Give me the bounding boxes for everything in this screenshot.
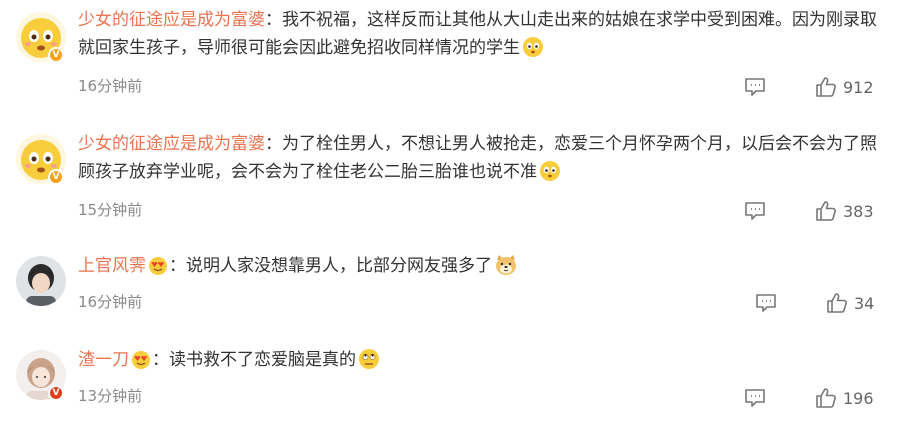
separator: ： <box>169 256 186 276</box>
separator: ： <box>152 350 169 370</box>
comment-item: 上官风霁 ：说明人家没想靠男人，比部分网友强多了 16分钟前 34 <box>0 240 900 332</box>
username-link[interactable]: 少女的征途应是成为富婆 <box>78 134 265 154</box>
timestamp: 15分钟前 <box>78 201 143 219</box>
eye-roll-emoji <box>358 348 380 379</box>
comment-text: 说明人家没想靠男人，比部分网友强多了 <box>186 256 492 276</box>
comment-item: V 少女的征途应是成为富婆：为了栓住男人，不想让男人被抢走，恋爱三个月怀孕两个月… <box>0 120 900 240</box>
eyes-wide-emoji <box>539 160 561 191</box>
reply-button[interactable] <box>754 293 778 313</box>
doge-emoji <box>494 254 518 285</box>
thumbs-up-icon <box>827 293 847 313</box>
verified-badge: V <box>48 385 64 401</box>
heart-eyes-badge-icon <box>148 256 168 285</box>
thumbs-up-icon <box>816 388 836 408</box>
thumbs-up-icon <box>816 77 836 97</box>
like-count: 912 <box>843 77 874 97</box>
comment-icon <box>745 389 765 407</box>
like-count: 383 <box>843 201 874 221</box>
comment-body: 少女的征途应是成为富婆：我不祝福，这样反而让其他从大山走出来的姑娘在求学中受到困… <box>78 6 884 67</box>
username-link[interactable]: 渣一刀 <box>78 350 129 370</box>
comment-icon <box>756 294 776 312</box>
comment-icon <box>745 78 765 96</box>
reply-button[interactable] <box>743 388 767 408</box>
like-count: 196 <box>843 388 874 408</box>
timestamp: 13分钟前 <box>78 387 143 405</box>
like-button[interactable]: 34 <box>826 292 874 314</box>
comment-item: V 渣一刀 ：读书救不了恋爱脑是真的 13分钟前 196 <box>0 332 900 422</box>
comment-body: 渣一刀 ：读书救不了恋爱脑是真的 <box>78 346 884 379</box>
like-button[interactable]: 383 <box>815 200 874 222</box>
avatar[interactable] <box>16 256 66 306</box>
username-link[interactable]: 上官风霁 <box>78 256 146 276</box>
comment-body: 上官风霁 ：说明人家没想靠男人，比部分网友强多了 <box>78 252 884 285</box>
eyes-wide-emoji <box>522 36 544 67</box>
username-link[interactable]: 少女的征途应是成为富婆 <box>78 10 265 30</box>
comment-text: 读书救不了恋爱脑是真的 <box>169 350 356 370</box>
verified-badge: V <box>48 47 64 63</box>
reply-button[interactable] <box>743 201 767 221</box>
separator: ： <box>265 10 282 30</box>
thumbs-up-icon <box>816 201 836 221</box>
like-button[interactable]: 912 <box>815 76 874 98</box>
comment-icon <box>745 202 765 220</box>
like-count: 34 <box>854 293 875 313</box>
comment-item: V 少女的征途应是成为富婆：我不祝福，这样反而让其他从大山走出来的姑娘在求学中受… <box>0 0 900 120</box>
timestamp: 16分钟前 <box>78 293 143 311</box>
verified-badge: V <box>48 169 64 185</box>
reply-button[interactable] <box>743 77 767 97</box>
separator: ： <box>265 134 282 154</box>
like-button[interactable]: 196 <box>815 387 874 409</box>
comment-body: 少女的征途应是成为富婆：为了栓住男人，不想让男人被抢走，恋爱三个月怀孕两个月，以… <box>78 130 884 191</box>
heart-eyes-badge-icon <box>131 350 151 379</box>
timestamp: 16分钟前 <box>78 77 143 95</box>
